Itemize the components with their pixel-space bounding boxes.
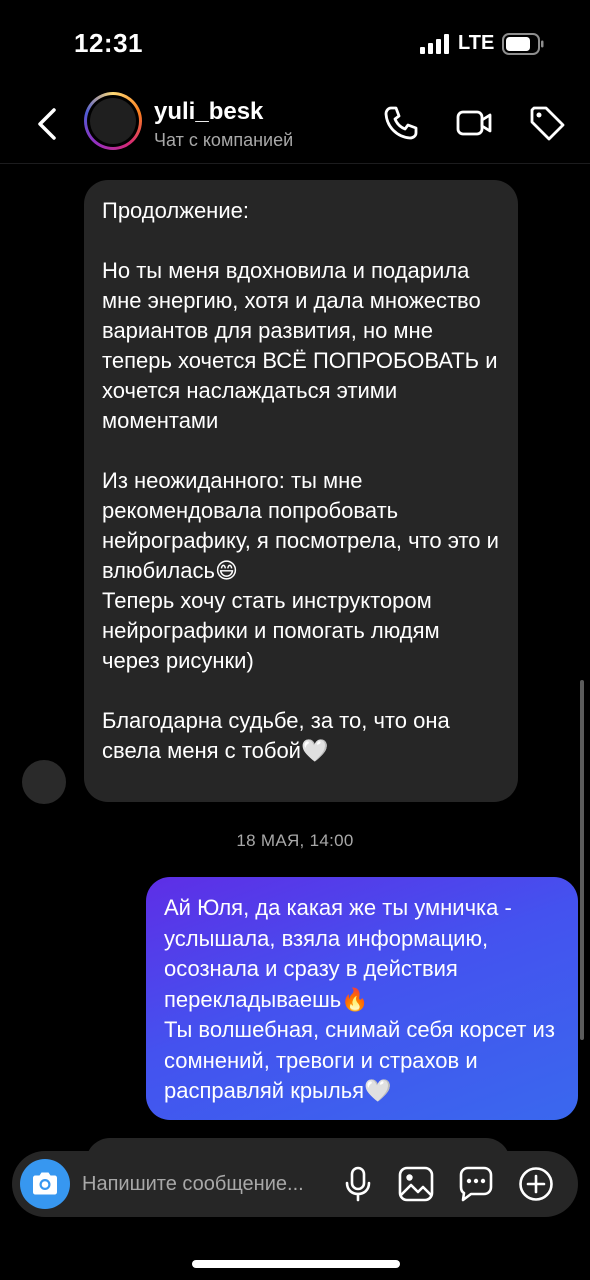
gallery-icon[interactable] — [397, 1165, 435, 1203]
network-type: LTE — [458, 32, 495, 54]
message-text: Ай Юля, да какая же ты умничка - услышал… — [164, 895, 555, 1103]
message-composer — [12, 1151, 578, 1217]
message-paragraph: Из неожиданного: ты мне рекомендовала по… — [102, 468, 499, 673]
add-icon[interactable] — [517, 1165, 555, 1203]
chat-username[interactable]: yuli_besk — [154, 98, 263, 126]
chat-header: yuli_besk Чат с компанией — [0, 90, 590, 164]
message-paragraph: Но ты меня вдохновила и подарила мне эне… — [102, 258, 504, 433]
camera-icon — [33, 1172, 57, 1195]
status-bar: 12:31 LTE — [0, 0, 590, 90]
message-paragraph: Продолжение: — [102, 198, 249, 223]
status-time: 12:31 — [74, 28, 143, 58]
video-camera-icon[interactable] — [455, 104, 493, 142]
message-paragraph: Благодарна судьбе, за то, что она свела … — [102, 708, 456, 763]
scrollbar[interactable] — [580, 680, 584, 1040]
message-input[interactable] — [82, 1163, 332, 1205]
sticker-chat-icon[interactable] — [457, 1165, 495, 1203]
home-indicator[interactable] — [192, 1260, 400, 1268]
back-arrow-icon[interactable] — [30, 102, 64, 146]
microphone-icon[interactable] — [339, 1165, 377, 1203]
profile-avatar[interactable] — [84, 92, 142, 150]
incoming-message-bubble[interactable]: Продолжение: Но ты меня вдохновила и под… — [84, 180, 518, 802]
cellular-signal-icon — [420, 34, 449, 54]
avatar-image — [90, 98, 136, 144]
outgoing-message-bubble[interactable]: Ай Юля, да какая же ты умничка - услышал… — [146, 877, 578, 1120]
chat-subtitle: Чат с компанией — [154, 130, 294, 150]
battery-icon — [502, 33, 544, 55]
phone-icon[interactable] — [382, 104, 420, 142]
date-separator: 18 МАЯ, 14:00 — [236, 831, 354, 850]
tag-icon[interactable] — [528, 104, 566, 142]
sender-avatar[interactable] — [22, 760, 66, 804]
camera-button[interactable] — [20, 1159, 70, 1209]
